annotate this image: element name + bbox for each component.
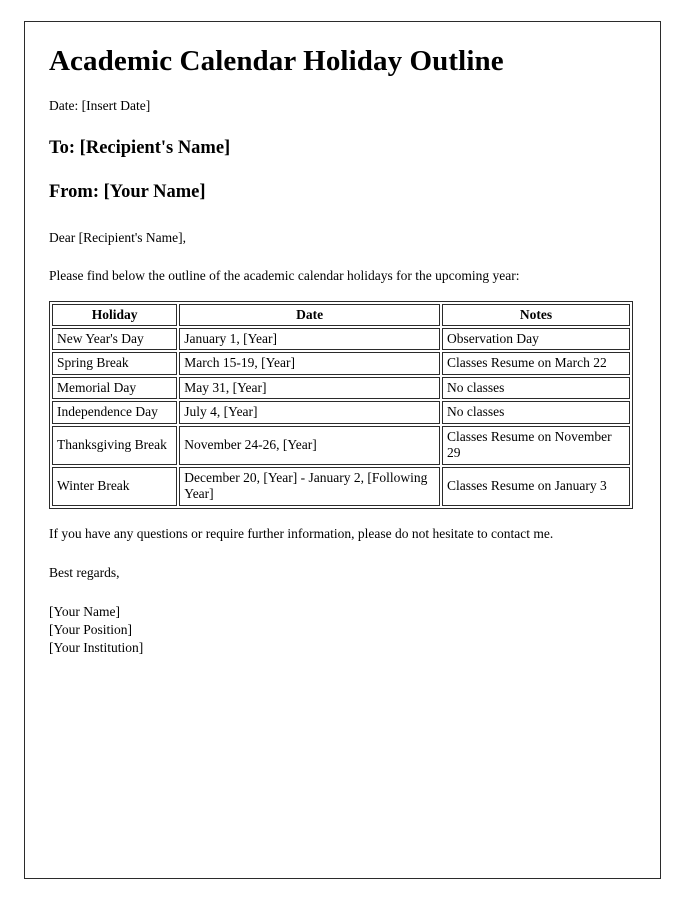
signature-institution: [Your Institution]: [49, 640, 144, 656]
sender-heading: From: [Your Name]: [49, 181, 206, 202]
cell-holiday: Spring Break: [52, 352, 178, 375]
table-header: Holiday Date Notes: [52, 303, 630, 326]
cell-notes: Classes Resume on March 22: [442, 352, 630, 375]
cell-date: March 15-19, [Year]: [179, 352, 441, 375]
table-row: Memorial Day May 31, [Year] No classes: [52, 376, 630, 400]
table-row: Winter Break December 20, [Year] - Janua…: [52, 466, 630, 506]
cell-holiday: Thanksgiving Break: [52, 425, 178, 465]
cell-date: November 24-26, [Year]: [179, 425, 441, 465]
signature-block: [Your Name] [Your Position] [Your Instit…: [49, 603, 636, 658]
cell-notes: Classes Resume on November 29: [442, 425, 630, 465]
column-header-holiday: Holiday: [52, 303, 178, 326]
holiday-table: Holiday Date Notes New Year's Day Januar…: [49, 300, 633, 509]
table-header-row: Holiday Date Notes: [52, 303, 630, 326]
document-date-line: Date: [Insert Date]: [49, 98, 151, 114]
column-header-notes: Notes: [442, 303, 630, 326]
document-body: Academic Calendar Holiday Outline Date: …: [25, 22, 660, 657]
cell-date: December 20, [Year] - January 2, [Follow…: [179, 466, 441, 506]
recipient-heading: To: [Recipient's Name]: [49, 137, 231, 158]
cell-date: July 4, [Year]: [179, 401, 441, 424]
cell-notes: Classes Resume on January 3: [442, 466, 630, 506]
cell-notes: Observation Day: [442, 328, 630, 351]
document-page: Academic Calendar Holiday Outline Date: …: [24, 21, 661, 879]
salutation: Dear [Recipient's Name],: [49, 230, 186, 246]
cell-holiday: Independence Day: [52, 401, 178, 424]
closing-paragraph: If you have any questions or require fur…: [49, 525, 554, 541]
table-row: New Year's Day January 1, [Year] Observa…: [52, 328, 630, 351]
column-header-date: Date: [179, 303, 441, 326]
cell-holiday: Memorial Day: [52, 376, 178, 400]
closing-regards: Best regards,: [49, 564, 120, 580]
cell-date: January 1, [Year]: [179, 328, 441, 351]
signature-name: [Your Name]: [49, 603, 120, 619]
cell-notes: No classes: [442, 401, 630, 424]
table-row: Independence Day July 4, [Year] No class…: [52, 401, 630, 424]
intro-paragraph: Please find below the outline of the aca…: [49, 268, 520, 284]
cell-date: May 31, [Year]: [179, 376, 441, 400]
table-body: New Year's Day January 1, [Year] Observa…: [52, 328, 630, 506]
cell-holiday: Winter Break: [52, 466, 178, 506]
cell-notes: No classes: [442, 376, 630, 400]
table-row: Spring Break March 15-19, [Year] Classes…: [52, 352, 630, 375]
page-title: Academic Calendar Holiday Outline: [49, 45, 504, 77]
table-row: Thanksgiving Break November 24-26, [Year…: [52, 425, 630, 465]
signature-position: [Your Position]: [49, 622, 133, 638]
cell-holiday: New Year's Day: [52, 328, 178, 351]
